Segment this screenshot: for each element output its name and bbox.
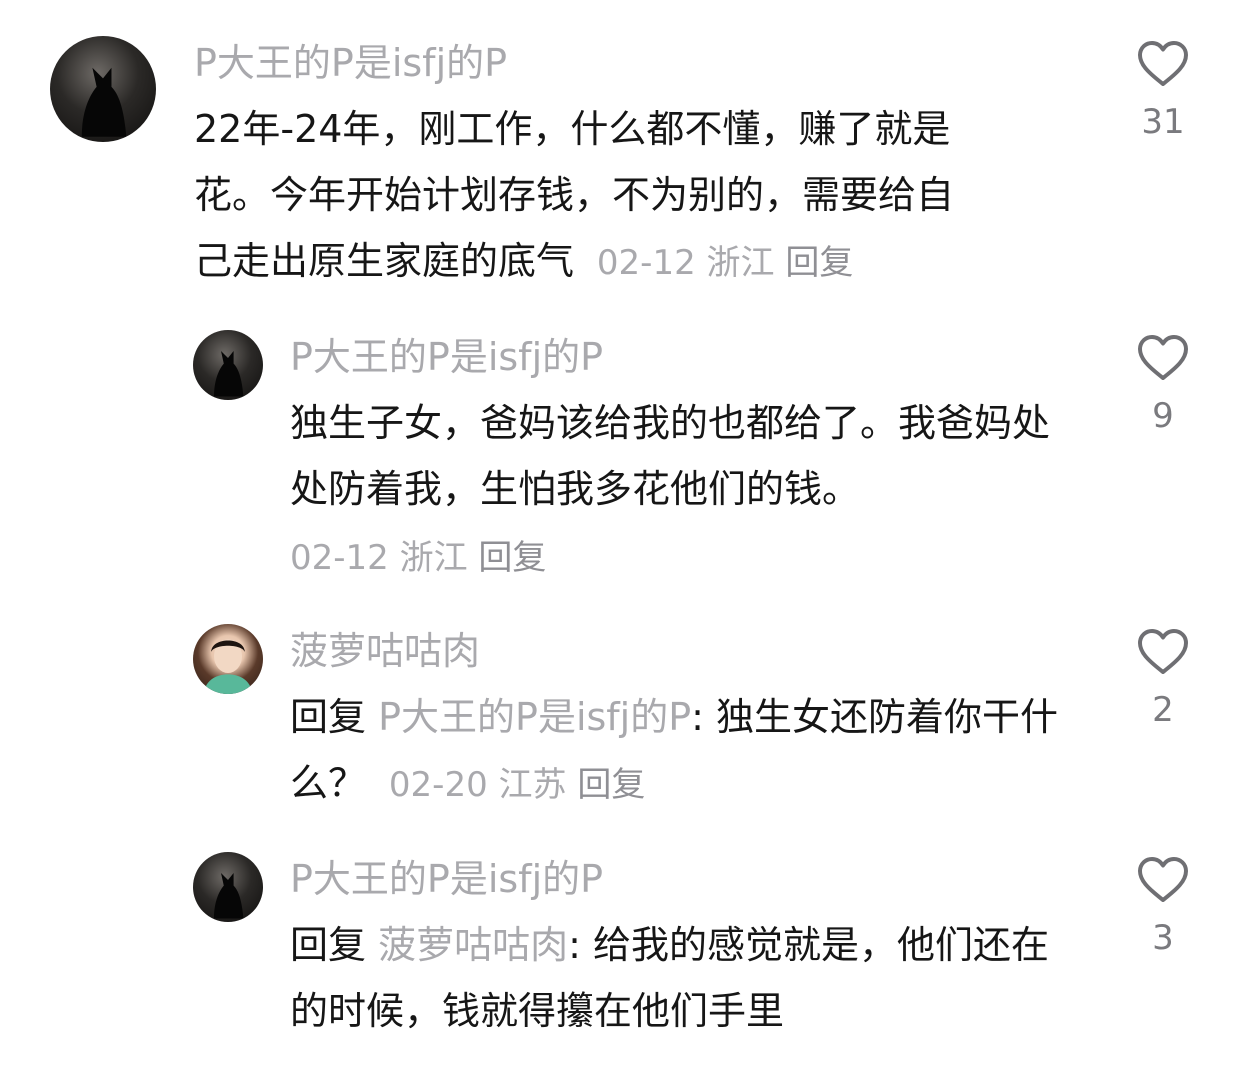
like-count: 9 — [1152, 396, 1174, 436]
comment-meta: 02-12 浙江 回复 — [290, 538, 546, 578]
comment-text: 22年-24年，刚工作，什么都不懂，赚了就是花。今年开始计划存钱，不为别的，需要… — [194, 96, 974, 296]
black-cat-avatar-icon — [214, 873, 244, 919]
heart-icon — [1138, 41, 1188, 86]
comment-location: 浙江 — [706, 243, 775, 283]
girl-avatar-icon — [203, 639, 253, 694]
like-button[interactable]: 9 — [1118, 334, 1208, 436]
like-count: 2 — [1152, 690, 1174, 730]
like-button[interactable]: 31 — [1118, 40, 1208, 142]
reply-prefix: 回复 — [290, 923, 367, 967]
black-cat-avatar-icon — [214, 351, 244, 397]
comment-text: 独生子女，爸妈该给我的也都给了。我爸妈处处防着我，生怕我多花他们的钱。 — [290, 401, 1051, 511]
comment-date: 02-12 — [290, 538, 389, 578]
comment-location: 浙江 — [399, 538, 468, 578]
mention-link[interactable]: P大王的P是isfj的P — [378, 695, 691, 739]
reply-button[interactable]: 回复 — [577, 765, 645, 805]
black-cat-avatar-icon — [81, 67, 127, 137]
like-count: 31 — [1141, 102, 1185, 142]
heart-icon — [1138, 857, 1188, 902]
comment-username[interactable]: 菠萝咕咕肉 — [290, 628, 480, 674]
reply-prefix: 回复 — [290, 695, 367, 739]
avatar[interactable] — [50, 36, 156, 142]
avatar[interactable] — [193, 624, 263, 694]
comment-meta: 02-12 浙江 回复 — [586, 243, 853, 283]
comment-location: 江苏 — [498, 765, 567, 805]
heart-icon — [1138, 629, 1188, 674]
comment-meta: 02-20 江苏 回复 — [378, 765, 645, 805]
mention-link[interactable]: 菠萝咕咕肉 — [378, 923, 568, 967]
comment-username[interactable]: P大王的P是isfj的P — [290, 334, 603, 380]
comment-date: 02-12 — [596, 243, 696, 283]
avatar[interactable] — [193, 330, 263, 400]
comment-date: 02-20 — [388, 765, 488, 805]
like-button[interactable]: 3 — [1118, 856, 1208, 958]
reply-button[interactable]: 回复 — [478, 538, 546, 578]
comment-username[interactable]: P大王的P是isfj的P — [194, 40, 507, 86]
like-button[interactable]: 2 — [1118, 628, 1208, 730]
heart-icon — [1138, 335, 1188, 380]
comment-username[interactable]: P大王的P是isfj的P — [290, 856, 603, 902]
comment-text: 回复 P大王的P是isfj的P: 独生女还防着你干什么？ 02-20 江苏 回复 — [290, 684, 1080, 818]
comment-text: 回复 菠萝咕咕肉: 给我的感觉就是，他们还在的时候，钱就得攥在他们手里 — [290, 912, 1080, 1044]
avatar[interactable] — [193, 852, 263, 922]
like-count: 3 — [1152, 918, 1174, 958]
reply-button[interactable]: 回复 — [785, 243, 853, 283]
